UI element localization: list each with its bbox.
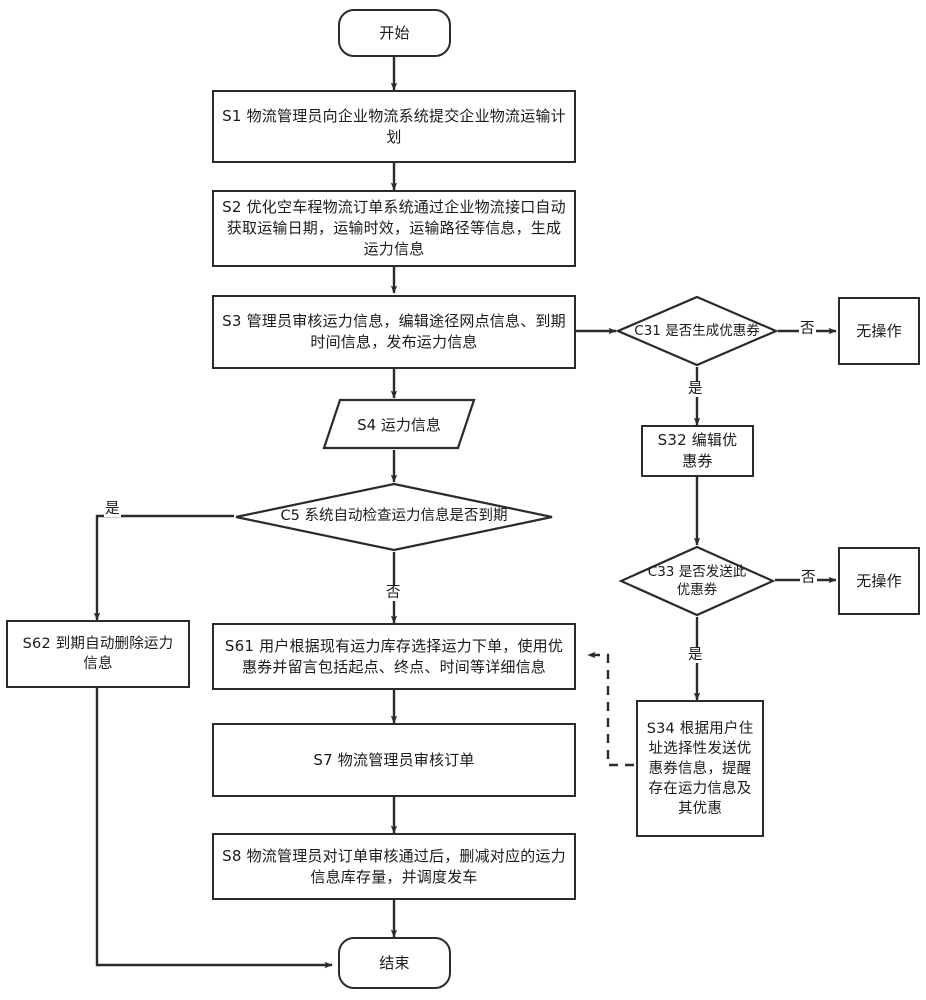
node-s8-label: S8 物流管理员对订单审核通过后，删减对应的运力信息库存量，并调度发车 (222, 846, 566, 886)
edge-label-c31-yes: 是 (687, 381, 704, 397)
node-s4-label: S4 运力信息 (357, 415, 441, 434)
node-s4[interactable]: S4 运力信息 (322, 398, 476, 450)
node-s61[interactable]: S61 用户根据现有运力库存选择运力下单，使用优惠券并留言包括起点、终点、时间等… (212, 623, 576, 690)
node-c33[interactable]: C33 是否发送此优惠券 (619, 545, 775, 617)
node-end-label: 结束 (379, 953, 410, 972)
node-s3[interactable]: S3 管理员审核运力信息，编辑途径网点信息、到期时间信息，发布运力信息 (212, 295, 576, 369)
node-s3-label: S3 管理员审核运力信息，编辑途径网点信息、到期时间信息，发布运力信息 (222, 312, 566, 351)
edge-label-c5-no: 否 (385, 585, 402, 601)
flowchart-canvas: 开始 S1 物流管理员向企业物流系统提交企业物流运输计划 S2 优化空车程物流订… (0, 0, 926, 1000)
edge-label-c5-yes: 是 (104, 501, 121, 517)
node-s8[interactable]: S8 物流管理员对订单审核通过后，删减对应的运力信息库存量，并调度发车 (212, 833, 576, 900)
node-s62-label: S62 到期自动删除运力信息 (22, 636, 174, 672)
node-no-operation-1[interactable]: 无操作 (838, 297, 920, 365)
node-c5-label: C5 系统自动检查运力信息是否到期 (280, 508, 508, 525)
node-s61-label: S61 用户根据现有运力库存选择运力下单，使用优惠券并留言包括起点、终点、时间等… (224, 636, 564, 676)
node-c31[interactable]: C31 是否生成优惠券 (616, 295, 778, 367)
node-s7-label: S7 物流管理员审核订单 (313, 750, 475, 769)
node-end[interactable]: 结束 (338, 937, 451, 989)
node-s1-label: S1 物流管理员向企业物流系统提交企业物流运输计划 (222, 106, 566, 146)
node-no-operation-2-label: 无操作 (856, 571, 902, 590)
edge-label-c33-no: 否 (800, 570, 817, 586)
node-s1[interactable]: S1 物流管理员向企业物流系统提交企业物流运输计划 (212, 90, 576, 163)
node-c31-label: C31 是否生成优惠券 (634, 322, 760, 339)
edge-label-c33-yes: 是 (687, 647, 704, 663)
node-s34[interactable]: S34 根据用户住址选择性发送优惠券信息，提醒存在运力信息及其优惠 (636, 700, 764, 837)
node-s2-label: S2 优化空车程物流订单系统通过企业物流接口自动获取运输日期，运输时效，运输路径… (222, 198, 566, 258)
node-start-label: 开始 (379, 23, 410, 42)
node-s32[interactable]: S32 编辑优惠券 (641, 425, 754, 477)
node-c33-label: C33 是否发送此优惠券 (647, 563, 747, 598)
node-s34-label: S34 根据用户住址选择性发送优惠券信息，提醒存在运力信息及其优惠 (646, 720, 754, 817)
node-no-operation-1-label: 无操作 (856, 321, 902, 340)
node-s7[interactable]: S7 物流管理员审核订单 (212, 723, 576, 797)
node-s32-label: S32 编辑优惠券 (657, 431, 738, 470)
node-s2[interactable]: S2 优化空车程物流订单系统通过企业物流接口自动获取运输日期，运输时效，运输路径… (212, 190, 576, 267)
node-no-operation-2[interactable]: 无操作 (838, 547, 920, 615)
edge-label-c31-no: 否 (799, 321, 816, 337)
node-start[interactable]: 开始 (338, 9, 451, 57)
node-s62[interactable]: S62 到期自动删除运力信息 (6, 620, 190, 688)
node-c5[interactable]: C5 系统自动检查运力信息是否到期 (234, 482, 554, 552)
